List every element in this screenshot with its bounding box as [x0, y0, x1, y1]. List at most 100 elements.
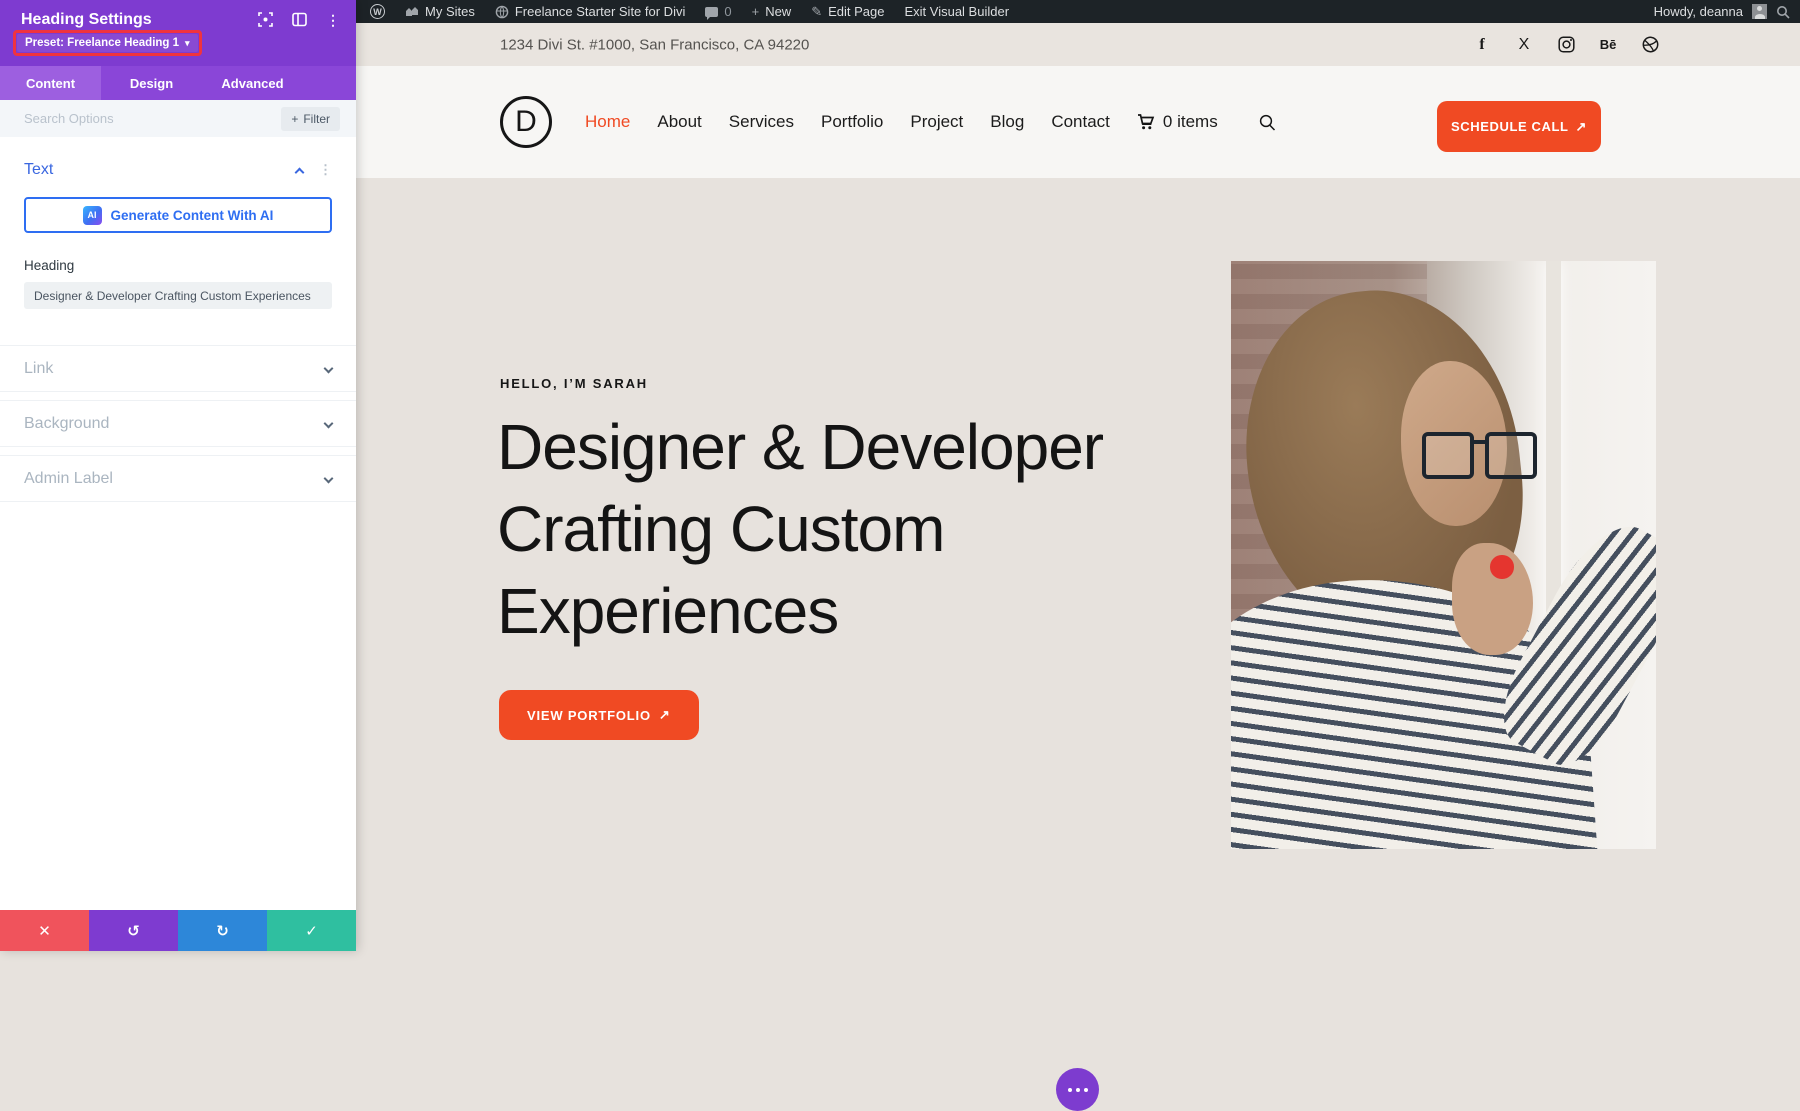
chevron-down-icon [323, 363, 334, 374]
nav-item-home[interactable]: Home [585, 112, 630, 132]
nav-item-contact[interactable]: Contact [1051, 112, 1110, 132]
admin-bar-left: W My Sites Freelance Starter Site for Di… [360, 0, 1019, 23]
generate-content-ai-button[interactable]: AI Generate Content With AI [24, 197, 332, 233]
hero-photo[interactable] [1231, 261, 1656, 849]
edit-page-menu[interactable]: ✎ Edit Page [801, 0, 894, 23]
text-section-header[interactable]: Text ⋮ [24, 151, 332, 189]
section-link-label: Link [24, 359, 54, 377]
howdy-label[interactable]: Howdy, deanna [1654, 4, 1743, 19]
photo-red-nail [1490, 555, 1514, 579]
admin-search-icon[interactable] [1776, 5, 1790, 19]
site-logo[interactable]: D [500, 96, 552, 148]
nav-item-about[interactable]: About [657, 112, 701, 132]
main-nav: Home About Services Portfolio Project Bl… [585, 66, 1276, 178]
nav-item-blog[interactable]: Blog [990, 112, 1024, 132]
my-sites-icon [406, 7, 418, 16]
wordpress-logo-icon: W [370, 4, 385, 19]
undo-button[interactable]: ↺ [89, 910, 178, 951]
save-button[interactable]: ✓ [267, 910, 356, 951]
cart-icon [1137, 114, 1155, 130]
preset-dropdown[interactable]: Preset: Freelance Heading 1 ▾ [17, 34, 198, 52]
redo-button[interactable]: ↻ [178, 910, 267, 951]
hero-eyebrow: HELLO, I’M SARAH [500, 376, 648, 391]
preset-highlight-box: Preset: Freelance Heading 1 ▾ [13, 30, 202, 56]
section-admin-label-label: Admin Label [24, 469, 113, 487]
ellipsis-dot [1083, 1087, 1088, 1092]
panel-layout-icon[interactable] [292, 12, 307, 27]
comments-menu[interactable]: 0 [695, 0, 741, 23]
behance-icon[interactable]: Bē [1599, 36, 1617, 54]
chevron-down-icon [323, 418, 334, 429]
chevron-up-icon[interactable] [294, 167, 305, 177]
my-sites-label: My Sites [425, 4, 475, 19]
collapsed-sections: Link Background Admin Label [0, 345, 356, 502]
photo-glasses [1422, 431, 1537, 479]
cart-count-label: 0 items [1162, 112, 1218, 131]
new-label: New [765, 4, 792, 19]
photo-glasses-lens [1422, 431, 1474, 479]
photo-glasses-bridge [1472, 439, 1488, 444]
section-background-label: Background [24, 414, 110, 432]
user-avatar[interactable] [1752, 4, 1767, 19]
section-background[interactable]: Background [0, 400, 356, 447]
view-portfolio-label: VIEW PORTFOLIO [527, 707, 651, 723]
section-menu-icon[interactable]: ⋮ [319, 162, 332, 178]
logo-letter: D [515, 105, 537, 138]
dribbble-icon[interactable] [1641, 36, 1659, 54]
discard-button[interactable]: ✕ [0, 910, 89, 951]
exit-visual-builder-label: Exit Visual Builder [904, 4, 1010, 19]
filter-label: Filter [303, 111, 330, 126]
text-section-title[interactable]: Text [24, 161, 53, 179]
nav-item-services[interactable]: Services [729, 112, 794, 132]
filter-button[interactable]: + Filter [281, 106, 340, 131]
site-search-button[interactable] [1259, 114, 1276, 131]
panel-menu-icon[interactable]: ⋮ [326, 13, 340, 27]
social-links: f X Bē [1473, 36, 1659, 54]
panel-content: Text ⋮ AI Generate Content With AI Headi… [0, 137, 356, 910]
site-search-icon [1259, 114, 1275, 131]
address-text: 1234 Divi St. #1000, San Francisco, CA 9… [500, 36, 810, 53]
my-sites-menu[interactable]: My Sites [395, 0, 485, 23]
search-options-input[interactable] [24, 111, 272, 126]
instagram-icon[interactable] [1557, 36, 1575, 54]
section-link[interactable]: Link [0, 345, 356, 392]
comment-bubble-icon [705, 6, 719, 20]
view-portfolio-button[interactable]: VIEW PORTFOLIO ↗ [499, 690, 699, 740]
tab-content[interactable]: Content [0, 66, 101, 100]
arrow-up-right-icon: ↗ [658, 707, 671, 722]
x-twitter-icon[interactable]: X [1515, 36, 1533, 54]
photo-glasses-lens [1485, 431, 1537, 479]
panel-header: Heading Settings ⋮ Preset: Freelance Hea… [0, 0, 356, 66]
redo-icon: ↻ [216, 921, 229, 940]
panel-header-icons: ⋮ [258, 12, 340, 27]
facebook-icon[interactable]: f [1473, 36, 1491, 54]
heading-field-label: Heading [24, 258, 75, 273]
ellipsis-dot [1075, 1087, 1080, 1092]
admin-bar-right: Howdy, deanna [1654, 0, 1800, 23]
site-name-menu[interactable]: Freelance Starter Site for Divi [485, 0, 696, 23]
new-content-menu[interactable]: + New [742, 0, 802, 23]
page-settings-button[interactable] [1056, 1068, 1099, 1111]
plus-icon: + [751, 4, 760, 19]
schedule-call-button[interactable]: SCHEDULE CALL ↗ [1437, 101, 1601, 152]
close-icon: ✕ [38, 921, 51, 940]
cart-link[interactable]: 0 items [1137, 112, 1218, 132]
nav-item-project[interactable]: Project [910, 112, 963, 132]
section-admin-label[interactable]: Admin Label [0, 455, 356, 502]
hero-heading[interactable]: Designer & Developer Crafting Custom Exp… [497, 406, 1187, 652]
tab-advanced[interactable]: Advanced [202, 66, 303, 100]
focus-mode-icon[interactable] [258, 12, 273, 27]
site-icon [495, 5, 509, 18]
chevron-down-icon [323, 473, 334, 484]
tab-design[interactable]: Design [101, 66, 202, 100]
panel-tabs: Content Design Advanced [0, 66, 356, 100]
schedule-call-label: SCHEDULE CALL [1450, 119, 1569, 134]
ellipsis-dot [1067, 1087, 1072, 1092]
nav-item-portfolio[interactable]: Portfolio [821, 112, 883, 132]
heading-field-input[interactable] [24, 282, 332, 309]
preset-label: Preset: Freelance Heading 1 [25, 37, 180, 49]
wp-logo-menu[interactable]: W [360, 0, 395, 23]
ai-badge-icon: AI [82, 205, 102, 225]
exit-visual-builder-link[interactable]: Exit Visual Builder [894, 0, 1019, 23]
options-search-bar: + Filter [0, 100, 356, 137]
